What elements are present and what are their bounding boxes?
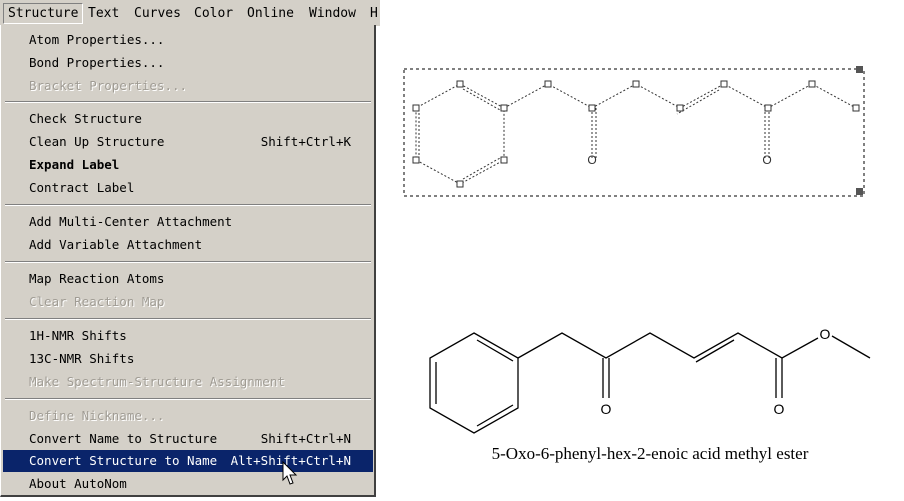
menu-item-1h-nmr-shifts[interactable]: 1H-NMR Shifts [3, 325, 373, 347]
menu-item-clear-reaction-map: Clear Reaction Map [29, 294, 165, 309]
menu-item-add-multi-center-attachment[interactable]: Add Multi-Center Attachment [3, 211, 373, 233]
carbonyl-o-selected-1: O [587, 153, 596, 167]
menu-color[interactable]: Color [190, 4, 237, 23]
resize-handle-top-right [856, 66, 863, 73]
menu-structure[interactable]: Structure [3, 3, 84, 24]
carbonyl-o-2: O [774, 401, 785, 417]
menu-bar: Structure Text Curves Color Online Windo… [0, 0, 380, 26]
benzene-ring-selected [415, 83, 505, 185]
chain-selected [503, 83, 857, 109]
menu-item-make-spectrum-assignment: Make Spectrum-Structure Assignment [29, 374, 285, 389]
ester-o: O [820, 326, 831, 342]
menu-text[interactable]: Text [84, 4, 123, 23]
mouse-cursor-icon [282, 461, 298, 485]
clean-structure[interactable] [429, 332, 871, 434]
selection-atom-markers [412, 80, 860, 188]
structure-name-caption: 5-Oxo-6-phenyl-hex-2-enoic acid methyl e… [491, 444, 809, 463]
menu-item-map-reaction-atoms[interactable]: Map Reaction Atoms [3, 268, 373, 290]
menu-item-define-nickname: Define Nickname... [29, 408, 165, 423]
menu-separator [5, 261, 371, 263]
menu-separator [5, 318, 371, 320]
menu-item-expand-label[interactable]: Expand Label [3, 154, 373, 176]
benzene-ring [429, 332, 519, 434]
menu-item-bond-properties[interactable]: Bond Properties... [3, 52, 373, 74]
menu-separator [5, 204, 371, 206]
menu-item-atom-properties[interactable]: Atom Properties... [3, 29, 373, 51]
menu-curves[interactable]: Curves [130, 4, 185, 23]
menu-item-check-structure[interactable]: Check Structure [3, 108, 373, 130]
resize-handle-bottom-right [856, 188, 863, 195]
structure-menu-dropdown: Atom Properties... Bond Properties... Br… [0, 25, 376, 497]
menu-window[interactable]: Window [305, 4, 360, 23]
carbonyl-o-selected-2: O [762, 153, 771, 167]
selection-resize-handles[interactable] [856, 66, 863, 195]
selected-structure[interactable] [403, 68, 865, 197]
menu-item-contract-label[interactable]: Contract Label [3, 177, 373, 199]
menu-item-add-variable-attachment[interactable]: Add Variable Attachment [3, 234, 373, 256]
menu-item-convert-structure-to-name[interactable]: Convert Structure to Name Alt+Shift+Ctrl+… [3, 450, 373, 472]
menu-separator [5, 101, 371, 103]
menu-item-about-autonom[interactable]: About AutoNom [3, 473, 373, 495]
menu-item-13c-nmr-shifts[interactable]: 13C-NMR Shifts [3, 348, 373, 370]
menu-item-clean-up-structure[interactable]: Clean Up Structure Shift+Ctrl+K [3, 131, 373, 153]
menu-item-bracket-properties: Bracket Properties... [29, 78, 188, 93]
menu-online[interactable]: Online [243, 4, 298, 23]
menu-separator [5, 398, 371, 400]
menu-help[interactable]: H [366, 4, 380, 23]
chain [517, 332, 819, 359]
menu-item-convert-name-to-structure[interactable]: Convert Name to Structure Shift+Ctrl+N [3, 428, 373, 450]
carbonyl-o-1: O [601, 401, 612, 417]
